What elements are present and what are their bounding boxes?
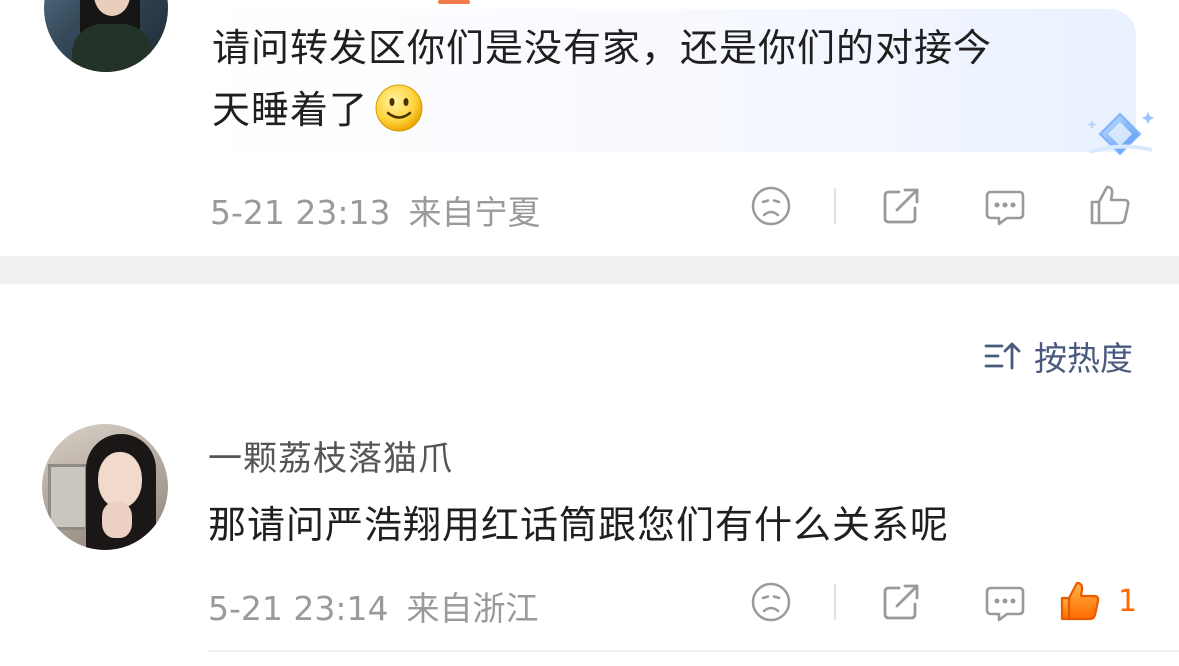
sort-label: 按热度 [1034,339,1133,378]
sad-face-icon[interactable] [749,580,793,624]
smiley-emoji-icon [375,84,423,132]
sort-by-hot-button[interactable]: 按热度 [984,332,1133,380]
avatar[interactable] [42,424,168,550]
row-divider [208,650,1179,652]
thumbs-up-icon[interactable] [1088,183,1132,227]
action-divider [834,188,836,224]
thumbs-up-icon[interactable] [1058,579,1102,623]
comment-text-line1: 请问转发区你们是没有家，还是你们的对接今 [212,26,993,70]
comment-text: 那请问严浩翔用红话筒跟您们有什么关系呢 [208,503,950,547]
gem-decoration-icon [1087,112,1154,156]
comment-text-line2: 天睡着了 [212,88,369,132]
badge-fragment [438,0,470,4]
username[interactable]: 一颗荔枝落猫爪 [208,431,453,480]
sort-icon [984,342,1021,370]
comment-time: 5-21 23:14 [208,589,389,628]
comment-location: 来自浙江 [406,589,539,628]
comment-text: 请问转发区你们是没有家，还是你们的对接今 天睡着了 [212,17,1142,141]
comment-meta: 5-21 23:13 来自宁夏 [210,186,541,234]
comment-icon[interactable] [983,184,1027,228]
section-divider [0,256,1179,284]
like-count: 1 [1118,584,1138,619]
sad-face-icon[interactable] [749,184,793,228]
comment-location: 来自宁夏 [408,193,541,232]
comment-icon[interactable] [983,580,1027,624]
comment-meta: 5-21 23:14 来自浙江 [208,582,539,630]
share-icon[interactable] [879,184,923,228]
avatar[interactable] [44,0,168,72]
action-divider [834,584,836,620]
share-icon[interactable] [879,580,923,624]
comment-time: 5-21 23:13 [210,193,391,232]
